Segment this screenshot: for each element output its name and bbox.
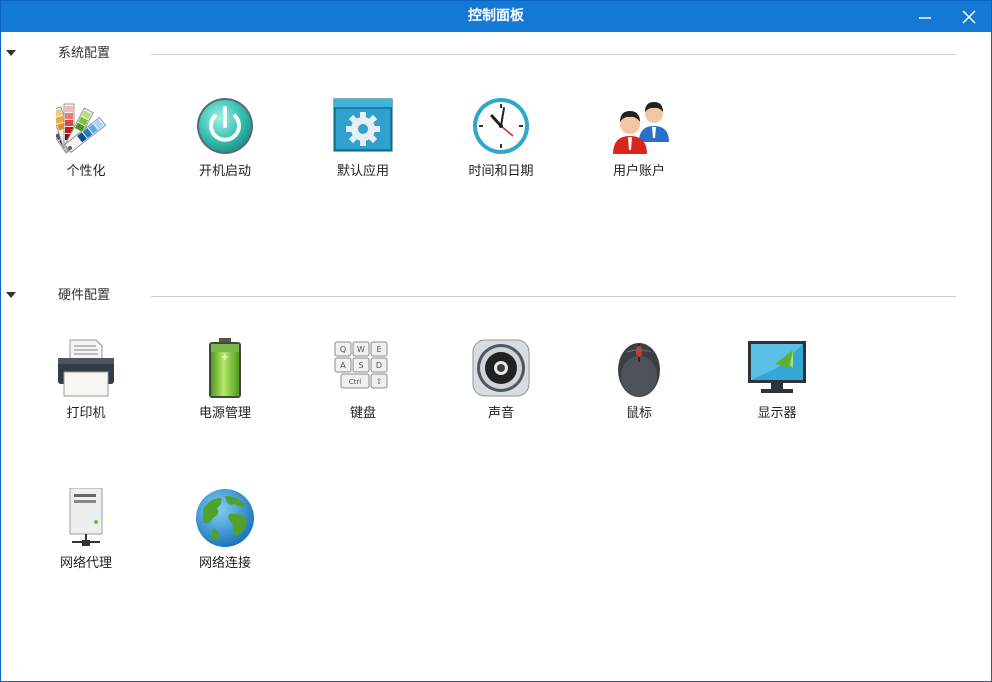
tile-label: 鼠标 [625,406,652,421]
tile-power-management[interactable]: + 电源管理 [175,338,275,434]
tile-label: 默认应用 [336,164,389,179]
svg-text:+: + [221,352,229,363]
tile-label: 打印机 [66,406,106,421]
svg-text:A: A [340,361,346,370]
tile-label: 显示器 [757,406,797,421]
svg-text:⇧: ⇧ [376,377,383,386]
tile-label: 个性化 [66,164,106,179]
tile-printer[interactable]: 打印机 [36,338,136,434]
section-divider [151,296,956,297]
section-header-system: 系统配置 [1,44,991,64]
gear-window-icon [333,98,393,152]
collapse-arrow-icon[interactable] [6,50,16,56]
keyboard-icon: Q W E A S D Ctrl ⇧ [334,341,388,389]
color-palette-icon [56,103,107,154]
section-label: 系统配置 [58,46,111,61]
svg-text:D: D [376,361,382,370]
tile-label: 键盘 [349,406,376,421]
tile-network-proxy[interactable]: 网络代理 [36,488,136,584]
close-icon [962,10,976,24]
tile-startup[interactable]: 开机启动 [175,96,275,192]
control-panel-window: 控制面板 系统配置 个性化 开机启动 默认应用 时间和日期 用户账户 硬件配置 … [0,0,992,682]
window-title: 控制面板 [468,8,524,24]
svg-text:S: S [358,361,363,370]
svg-text:E: E [376,345,381,354]
clock-icon [473,98,529,154]
tile-default-apps[interactable]: 默认应用 [313,96,413,192]
svg-text:Ctrl: Ctrl [349,378,362,386]
title-bar: 控制面板 [1,1,991,32]
users-icon [613,102,669,154]
speaker-icon [472,339,530,397]
battery-icon: + [209,338,241,398]
tile-label: 时间和日期 [468,164,534,179]
server-icon [69,488,103,546]
tile-date-time[interactable]: 时间和日期 [451,96,551,192]
globe-icon [196,489,254,547]
tile-network-connections[interactable]: 网络连接 [175,488,275,584]
tile-label: 电源管理 [198,406,251,421]
tile-display[interactable]: 显示器 [727,338,827,434]
tile-label: 用户账户 [612,164,665,179]
tile-label: 开机启动 [198,164,251,179]
tile-mouse[interactable]: 鼠标 [589,338,689,434]
minimize-icon [919,17,931,19]
section-header-hardware: 硬件配置 [1,286,991,306]
monitor-icon [748,341,806,393]
svg-text:W: W [357,345,365,354]
tile-label: 网络连接 [198,556,251,571]
minimize-button[interactable] [905,1,945,32]
svg-text:Q: Q [340,345,346,354]
tile-sound[interactable]: 声音 [451,338,551,434]
tile-user-accounts[interactable]: 用户账户 [589,96,689,192]
tile-label: 网络代理 [59,556,112,571]
printer-icon [58,339,114,397]
close-button[interactable] [949,1,989,32]
mouse-icon [618,343,660,397]
section-divider [151,54,956,55]
collapse-arrow-icon[interactable] [6,292,16,298]
section-label: 硬件配置 [58,288,111,303]
tile-keyboard[interactable]: Q W E A S D Ctrl ⇧ 键盘 [313,338,413,434]
tile-label: 声音 [487,406,514,421]
power-icon [197,98,253,154]
tile-personalization[interactable]: 个性化 [36,96,136,192]
